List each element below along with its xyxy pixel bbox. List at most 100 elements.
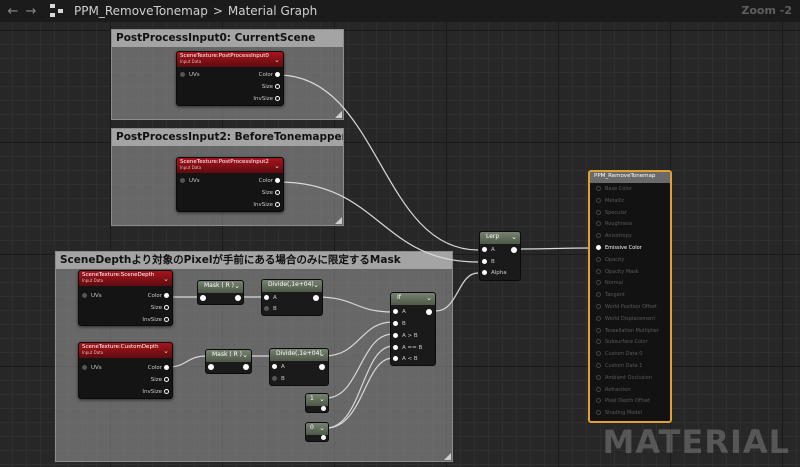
graph-name[interactable]: Material Graph (228, 4, 317, 18)
pin-dot-icon[interactable] (596, 410, 601, 416)
result-pin-custom-data-0[interactable]: Custom Data 0 (596, 351, 642, 357)
pin-dot-icon[interactable] (596, 304, 601, 309)
mask-in-pin[interactable] (208, 364, 214, 370)
lerp-node[interactable]: Lerp ⌄ A B Alpha (479, 231, 521, 281)
constant-out-pin[interactable] (321, 406, 326, 411)
chevron-down-icon[interactable]: ⌄ (242, 351, 248, 359)
divide-out-pin[interactable] (313, 295, 319, 301)
size-out-pin[interactable] (275, 190, 280, 195)
mask-in-pin[interactable] (200, 295, 206, 301)
invsize-out-pin[interactable] (164, 317, 169, 322)
result-pin-anisotropy[interactable]: Anisotropy (596, 233, 632, 239)
b-in-pin[interactable] (393, 321, 398, 326)
node-header[interactable]: Mask ( R ) ⌄ (206, 350, 251, 362)
pin-dot-icon[interactable] (596, 268, 601, 274)
color-out-pin[interactable] (164, 365, 169, 370)
result-pin-pixel-depth-offset[interactable]: Pixel Depth Offset (596, 398, 650, 404)
size-out-pin[interactable] (164, 377, 169, 382)
chevron-down-icon[interactable]: ⌄ (511, 233, 517, 241)
b-in-pin[interactable] (264, 306, 269, 311)
divide-node-1[interactable]: Divide(,1e+04) ⌄ A B (261, 279, 323, 316)
result-pin-tangent[interactable]: Tangent (596, 292, 625, 298)
pin-dot-icon[interactable] (596, 374, 601, 380)
uvs-pin[interactable] (180, 178, 185, 183)
a-gt-b-in-pin[interactable] (393, 333, 398, 338)
node-header[interactable]: Divide(,1e+04) ⌄ (262, 280, 322, 292)
pin-dot-icon[interactable] (596, 327, 601, 333)
result-pin-tessellation-multiplier[interactable]: Tessellation Multiplier (596, 327, 659, 334)
resize-grip-icon[interactable] (335, 111, 342, 118)
pin-dot-icon[interactable] (596, 280, 601, 286)
pin-dot-icon[interactable] (596, 292, 601, 298)
mask-out-pin[interactable] (235, 295, 241, 301)
lerp-out-pin[interactable] (511, 247, 517, 253)
comment-title[interactable]: PostProcessInput0: CurrentScene (112, 30, 343, 47)
forward-arrow-icon[interactable]: → (22, 4, 40, 19)
result-pin-specular[interactable]: Specular (596, 209, 627, 216)
color-out-pin[interactable] (275, 72, 280, 77)
node-header[interactable]: Divide(,1e+04) ⌄ (270, 349, 328, 361)
result-pin-ambient-occlusion[interactable]: Ambient Occlusion (596, 374, 652, 381)
a-in-pin[interactable] (482, 247, 487, 252)
uvs-pin[interactable] (82, 293, 87, 298)
chevron-down-icon[interactable]: ⌄ (234, 282, 240, 290)
color-out-pin[interactable] (164, 293, 169, 298)
chevron-down-icon[interactable]: ⌄ (319, 424, 325, 432)
pin-dot-icon[interactable] (596, 315, 601, 321)
pin-dot-icon[interactable] (596, 245, 601, 250)
result-pin-custom-data-1[interactable]: Custom Data 1 (596, 363, 642, 369)
size-out-pin[interactable] (164, 305, 169, 310)
node-header[interactable]: If ⌄ (391, 293, 435, 305)
chevron-down-icon[interactable]: ⌄ (274, 162, 280, 170)
material-result-node[interactable]: PPM_RemoveTonemap Base Color Metallic Spec… (588, 170, 672, 423)
result-pin-emissive-color[interactable]: Emissive Color (596, 245, 642, 251)
node-header[interactable]: SceneTexture:PostProcessInput0 Input Dat… (177, 52, 283, 67)
divide-out-pin[interactable] (319, 364, 325, 370)
uvs-pin[interactable] (180, 72, 185, 77)
uvs-pin[interactable] (82, 365, 87, 370)
size-out-pin[interactable] (275, 84, 280, 89)
mask-r-node-2[interactable]: Mask ( R ) ⌄ (205, 349, 252, 374)
scene-texture-customdepth-node[interactable]: SceneTexture:CustomDepth Input Data ⌄ UV… (78, 342, 173, 399)
pin-dot-icon[interactable] (596, 221, 601, 227)
pin-dot-icon[interactable] (596, 209, 601, 215)
a-in-pin[interactable] (264, 295, 269, 300)
alpha-in-pin[interactable] (482, 270, 487, 275)
a-in-pin[interactable] (393, 309, 398, 314)
invsize-out-pin[interactable] (275, 96, 280, 101)
constant-0-node[interactable]: 0 ⌄ (305, 422, 329, 442)
color-out-pin[interactable] (275, 178, 280, 183)
invsize-out-pin[interactable] (164, 389, 169, 394)
material-title[interactable]: PPM_RemoveTonemap (74, 4, 208, 18)
result-pin-normal[interactable]: Normal (596, 280, 623, 286)
comment-title[interactable]: SceneDepthより対象のPixelが手前にある場合のみに限定するMask (56, 252, 452, 269)
chevron-down-icon[interactable]: ⌄ (313, 281, 319, 289)
result-pin-metallic[interactable]: Metallic (596, 197, 624, 204)
result-pin-world-displacement[interactable]: World Displacement (596, 315, 655, 322)
chevron-down-icon[interactable]: ⌄ (274, 56, 280, 64)
a-lt-b-in-pin[interactable] (393, 356, 398, 361)
pin-dot-icon[interactable] (596, 386, 601, 392)
node-header[interactable]: Mask ( R ) ⌄ (198, 281, 243, 293)
result-pin-opacity-mask[interactable]: Opacity Mask (596, 268, 639, 275)
b-in-pin[interactable] (272, 376, 277, 381)
invsize-out-pin[interactable] (275, 202, 280, 207)
node-header[interactable]: SceneTexture:SceneDepth Input Data ⌄ (79, 271, 172, 286)
comment-title[interactable]: PostProcessInput2: BeforeTonemapperHDR (112, 129, 343, 146)
resize-grip-icon[interactable] (444, 453, 451, 460)
pin-dot-icon[interactable] (596, 363, 601, 368)
result-pin-refraction[interactable]: Refraction (596, 386, 631, 393)
mask-out-pin[interactable] (243, 364, 249, 370)
node-header[interactable]: 1 ⌄ (306, 394, 328, 406)
pin-dot-icon[interactable] (596, 398, 601, 404)
pin-dot-icon[interactable] (596, 186, 601, 191)
if-out-pin[interactable] (426, 309, 432, 315)
result-pin-subsurface-color[interactable]: Subsurface Color (596, 339, 648, 345)
node-header[interactable]: 0 ⌄ (306, 423, 328, 435)
mask-r-node-1[interactable]: Mask ( R ) ⌄ (197, 280, 244, 305)
result-pin-world-position-offset[interactable]: World Position Offset (596, 304, 657, 310)
scene-texture-depth-node[interactable]: SceneTexture:SceneDepth Input Data ⌄ UVs… (78, 270, 173, 326)
pin-dot-icon[interactable] (596, 339, 601, 345)
a-in-pin[interactable] (272, 364, 277, 369)
a-eq-b-in-pin[interactable] (393, 345, 398, 350)
